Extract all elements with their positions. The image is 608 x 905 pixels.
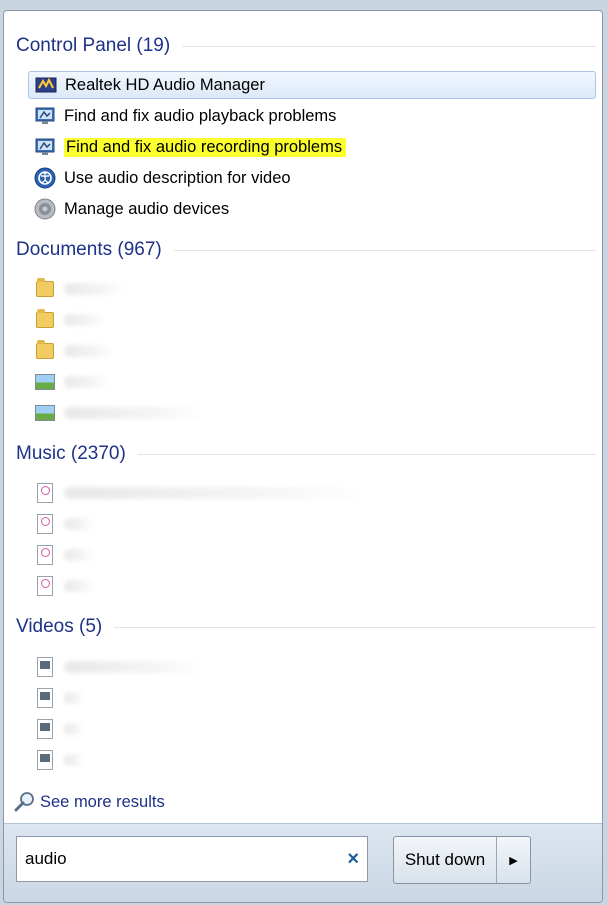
section-header-control-panel[interactable]: Control Panel (19): [16, 35, 596, 57]
redacted-text: [64, 345, 114, 357]
redacted-text: [64, 314, 104, 326]
magnifier-icon: [14, 791, 36, 813]
redacted-text: [64, 487, 364, 499]
divider: [137, 453, 596, 455]
shutdown-options-arrow-icon[interactable]: ▶: [497, 854, 530, 867]
redacted-text: [64, 754, 84, 766]
list-item-video[interactable]: [28, 746, 596, 774]
list-item-music[interactable]: [28, 479, 596, 507]
troubleshoot-icon: [34, 105, 56, 127]
list-item-music[interactable]: [28, 541, 596, 569]
redacted-text: [64, 661, 204, 673]
troubleshoot-icon: [34, 136, 56, 158]
result-audio-description[interactable]: Use audio description for video: [28, 164, 596, 192]
result-find-fix-recording[interactable]: Find and fix audio recording problems: [28, 133, 596, 161]
video-file-icon: [34, 749, 56, 771]
music-file-icon: [34, 544, 56, 566]
result-find-fix-playback[interactable]: Find and fix audio playback problems: [28, 102, 596, 130]
folder-icon: [34, 278, 56, 300]
list-item-document[interactable]: [28, 399, 596, 427]
clear-search-icon[interactable]: ×: [347, 848, 359, 871]
redacted-text: [64, 518, 94, 530]
search-input[interactable]: [23, 848, 337, 870]
redacted-text: [64, 549, 94, 561]
search-box[interactable]: ×: [16, 836, 368, 882]
list-item-document[interactable]: [28, 275, 596, 303]
picture-icon: [34, 402, 56, 424]
music-file-icon: [34, 482, 56, 504]
list-item-video[interactable]: [28, 684, 596, 712]
result-realtek-hd-audio-manager[interactable]: Realtek HD Audio Manager: [28, 71, 596, 99]
ease-of-access-icon: [34, 167, 56, 189]
redacted-text: [64, 376, 109, 388]
redacted-text: [64, 723, 84, 735]
video-file-icon: [34, 718, 56, 740]
divider: [173, 249, 596, 251]
shutdown-button[interactable]: Shut down: [394, 837, 497, 883]
redacted-text: [64, 580, 94, 592]
redacted-text: [64, 407, 204, 419]
speaker-icon: [34, 198, 56, 220]
video-file-icon: [34, 656, 56, 678]
list-item-video[interactable]: [28, 715, 596, 743]
realtek-audio-icon: [35, 74, 57, 96]
divider: [114, 626, 596, 628]
section-header-music[interactable]: Music (2370): [16, 443, 596, 465]
list-item-video[interactable]: [28, 653, 596, 681]
highlighted-label: Find and fix audio recording problems: [64, 137, 347, 157]
see-more-results-link[interactable]: See more results: [14, 791, 165, 813]
result-manage-audio-devices[interactable]: Manage audio devices: [28, 195, 596, 223]
music-file-icon: [34, 513, 56, 535]
redacted-text: [64, 283, 124, 295]
list-item-document[interactable]: [28, 368, 596, 396]
section-header-videos[interactable]: Videos (5): [16, 616, 596, 638]
search-bar-area: × Shut down ▶: [4, 823, 602, 902]
redacted-text: [64, 692, 84, 704]
list-item-document[interactable]: [28, 306, 596, 334]
folder-icon: [34, 340, 56, 362]
divider: [182, 45, 596, 47]
start-menu-search-results: Control Panel (19) Realtek HD Audio Mana…: [3, 10, 603, 903]
section-header-documents[interactable]: Documents (967): [16, 239, 596, 261]
picture-icon: [34, 371, 56, 393]
folder-icon: [34, 309, 56, 331]
list-item-music[interactable]: [28, 510, 596, 538]
video-file-icon: [34, 687, 56, 709]
list-item-music[interactable]: [28, 572, 596, 600]
shutdown-button-group: Shut down ▶: [393, 836, 531, 884]
music-file-icon: [34, 575, 56, 597]
list-item-document[interactable]: [28, 337, 596, 365]
